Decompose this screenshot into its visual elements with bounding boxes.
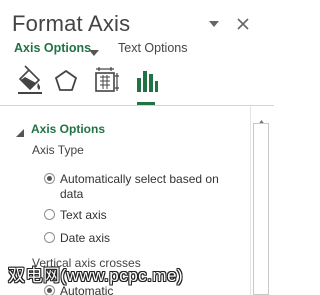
tab-axis-options-dropdown-icon[interactable] [89, 44, 99, 62]
radio-label: Automatic [60, 284, 114, 295]
axis-type-label: Axis Type [32, 143, 84, 157]
pane-title: Format Axis [12, 11, 131, 36]
collapse-triangle-icon [16, 125, 25, 143]
radio-date-axis[interactable]: Date axis [44, 231, 164, 246]
tab-axis-options[interactable]: Axis Options [14, 41, 91, 55]
radio-label: Date axis [60, 231, 111, 245]
scroll-up-icon[interactable] [257, 114, 266, 126]
section-title: Axis Options [31, 122, 106, 136]
axis-options-icon[interactable] [130, 65, 162, 105]
scrollbar-thumb[interactable] [253, 123, 269, 295]
close-icon[interactable] [236, 17, 250, 31]
radio-label: Automatically select based on data [60, 172, 219, 201]
chevron-down-icon[interactable] [207, 17, 221, 31]
effects-icon[interactable] [50, 65, 82, 99]
radio-crosses-automatic[interactable]: Automatic [44, 284, 164, 295]
radio-text-axis[interactable]: Text axis [44, 208, 164, 223]
fill-line-icon[interactable] [14, 65, 46, 99]
size-properties-icon[interactable] [90, 65, 122, 99]
options-scroll-area: Axis Options Axis Type Automatically sel… [0, 106, 274, 295]
radio-button[interactable] [44, 209, 55, 220]
radio-button[interactable] [44, 285, 55, 295]
radio-button[interactable] [44, 232, 55, 243]
radio-label: Text axis [60, 208, 107, 222]
radio-auto-select[interactable]: Automatically select based on data [44, 172, 234, 202]
radio-button[interactable] [44, 173, 55, 184]
format-axis-pane: Format Axis Axis Options Text Options Ax… [0, 0, 274, 295]
vertical-axis-crosses-label: Vertical axis crosses [32, 256, 141, 270]
tab-text-options[interactable]: Text Options [118, 41, 187, 55]
